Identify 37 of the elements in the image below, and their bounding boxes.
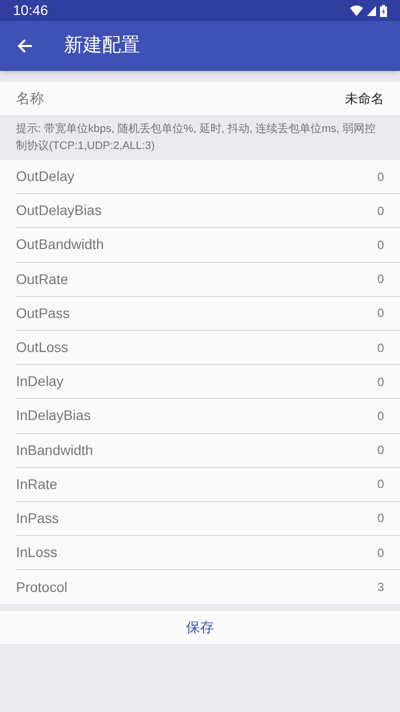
name-value: 未命名 bbox=[345, 90, 384, 108]
param-value[interactable]: 0 bbox=[377, 202, 384, 220]
name-row[interactable]: 名称 未命名 bbox=[0, 82, 400, 115]
status-time: 10:46 bbox=[13, 1, 48, 20]
name-label: 名称 bbox=[16, 89, 44, 108]
battery-icon bbox=[380, 4, 387, 16]
page-title: 新建配置 bbox=[64, 34, 140, 58]
param-label: InBandwidth bbox=[16, 440, 94, 460]
param-label: InPass bbox=[16, 508, 59, 528]
param-value[interactable]: 0 bbox=[377, 236, 384, 254]
param-value[interactable]: 0 bbox=[377, 406, 384, 425]
param-value[interactable]: 0 bbox=[377, 475, 384, 494]
param-label: InRate bbox=[16, 474, 58, 494]
hint-text: 提示: 带宽单位kbps, 随机丢包单位%, 延时, 抖动, 连续丢包单位ms, 弱网控制协议(TCP:1,UDP:2,ALL:3) bbox=[16, 122, 376, 154]
wifi-icon bbox=[350, 5, 363, 16]
param-label: OutPass bbox=[16, 304, 70, 323]
param-label: InLoss bbox=[16, 543, 58, 562]
param-label: Protocol bbox=[16, 578, 68, 597]
save-button[interactable]: 保存 bbox=[0, 611, 400, 644]
param-value[interactable]: 0 bbox=[377, 372, 384, 391]
param-value[interactable]: 0 bbox=[377, 544, 384, 562]
back-arrow-icon bbox=[17, 38, 33, 54]
param-value[interactable]: 0 bbox=[377, 509, 384, 528]
param-label: OutDelayBias bbox=[16, 201, 102, 220]
param-value[interactable]: 0 bbox=[377, 270, 384, 288]
param-label: OutBandwidth bbox=[16, 235, 104, 254]
signal-icon bbox=[367, 6, 376, 16]
param-label: InDelay bbox=[16, 372, 64, 392]
param-label: OutLoss bbox=[16, 338, 68, 358]
param-label: OutDelay bbox=[16, 167, 74, 186]
param-value[interactable]: 3 bbox=[377, 578, 384, 596]
param-label: InDelayBias bbox=[16, 406, 91, 426]
param-label: OutRate bbox=[16, 270, 68, 289]
param-value[interactable]: 0 bbox=[377, 338, 384, 357]
param-value[interactable]: 0 bbox=[377, 304, 384, 322]
param-value[interactable]: 0 bbox=[377, 168, 384, 186]
param-value[interactable]: 0 bbox=[377, 441, 384, 460]
